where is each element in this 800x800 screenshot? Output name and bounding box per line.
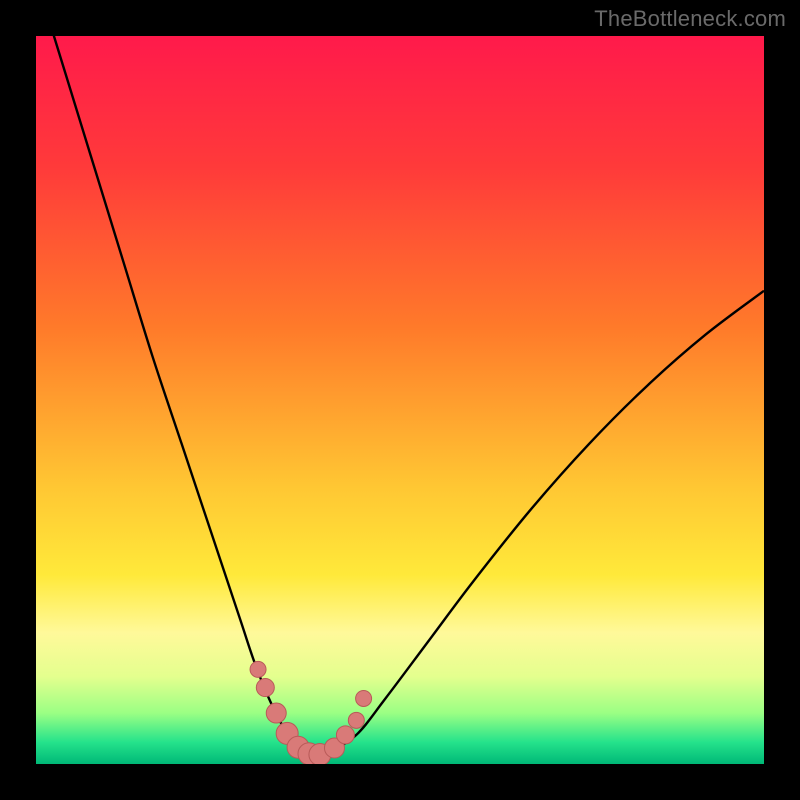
marker-point (250, 661, 266, 677)
marker-point (256, 679, 274, 697)
marker-point (356, 690, 372, 706)
marker-point (266, 703, 286, 723)
plot-background (36, 36, 764, 764)
bottleneck-plot (36, 36, 764, 764)
watermark-text: TheBottleneck.com (594, 6, 786, 32)
chart-frame: TheBottleneck.com (0, 0, 800, 800)
marker-point (348, 712, 364, 728)
marker-point (336, 726, 354, 744)
